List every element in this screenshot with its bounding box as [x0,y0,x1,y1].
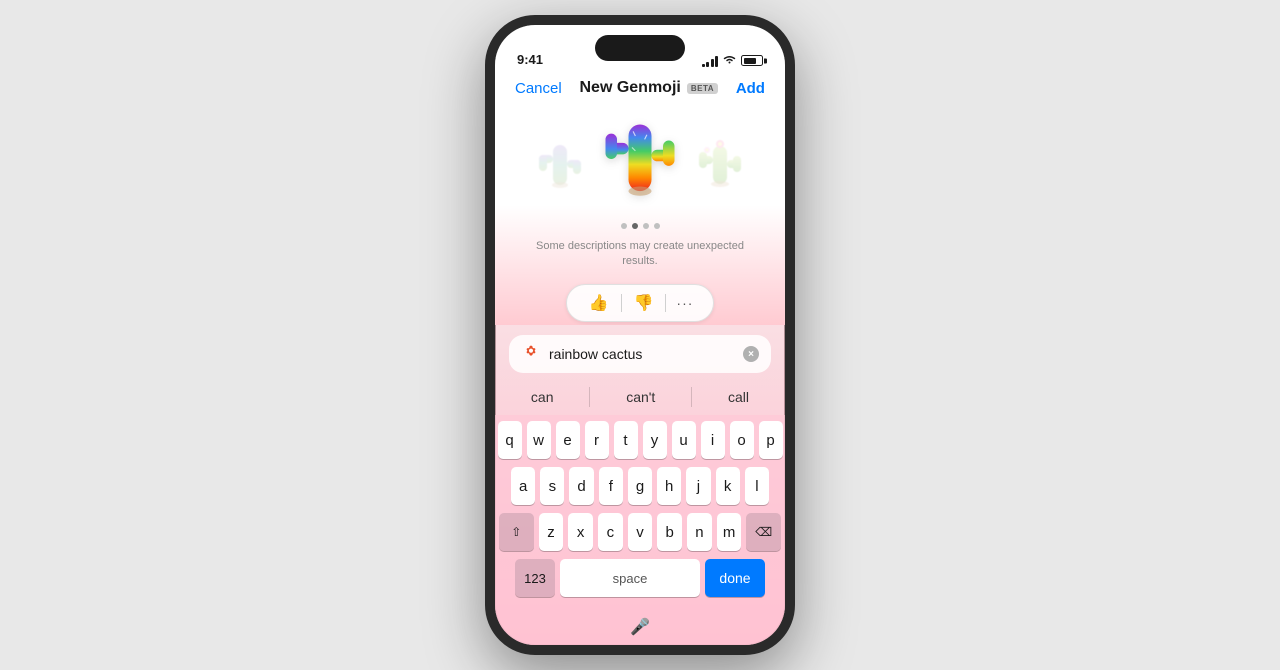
bottom-bar: 🎤 [495,609,785,645]
screen: 9:41 [495,25,785,645]
key-k[interactable]: k [716,467,740,505]
signal-bar-3 [711,59,714,67]
more-options-button[interactable]: ··· [670,293,699,313]
keyboard-row-1: q w e r t y u i o p [499,421,781,459]
signal-bar-1 [702,64,705,67]
shift-key[interactable]: ⇧ [499,513,534,551]
key-n[interactable]: n [687,513,712,551]
rainbow-cactus-icon [601,111,679,224]
key-l[interactable]: l [745,467,769,505]
add-button[interactable]: Add [736,80,765,97]
status-icons [702,54,764,69]
dot-1 [621,223,627,229]
key-d[interactable]: d [569,467,593,505]
key-j[interactable]: j [686,467,710,505]
battery-icon [741,55,763,66]
autocomplete-call[interactable]: call [712,385,765,409]
dot-3 [643,223,649,229]
cactus-right-icon [694,130,746,205]
key-y[interactable]: y [643,421,667,459]
signal-bars-icon [702,55,719,67]
feedback-bar: 👍 👎 ··· [566,284,715,322]
search-row: rainbow cactus × [495,325,785,381]
key-t[interactable]: t [614,421,638,459]
space-key[interactable]: space [560,559,700,597]
thumbs-up-button[interactable]: 👍 [581,291,617,315]
signal-bar-2 [706,62,709,67]
emoji-option-left[interactable] [525,127,595,207]
key-f[interactable]: f [599,467,623,505]
microphone-icon[interactable]: 🎤 [630,617,650,637]
autocomplete-can[interactable]: can [515,385,570,409]
feedback-divider-2 [665,294,666,312]
keyboard-section: rainbow cactus × can can't call q w e [495,325,785,645]
key-z[interactable]: z [539,513,564,551]
key-u[interactable]: u [672,421,696,459]
search-input[interactable]: rainbow cactus [549,346,735,362]
key-r[interactable]: r [585,421,609,459]
done-key[interactable]: done [705,559,765,597]
dot-4 [654,223,660,229]
key-v[interactable]: v [628,513,653,551]
key-i[interactable]: i [701,421,725,459]
key-q[interactable]: q [498,421,522,459]
keyboard-row-3: ⇧ z x c v b n m ⌫ [499,513,781,551]
autocomplete-divider-2 [691,387,692,407]
cancel-button[interactable]: Cancel [515,80,562,97]
feedback-divider [621,294,622,312]
key-e[interactable]: e [556,421,580,459]
phone-frame: 9:41 [485,15,795,655]
key-g[interactable]: g [628,467,652,505]
status-time: 9:41 [517,52,543,69]
key-c[interactable]: c [598,513,623,551]
keyboard-row-2: a s d f g h j k l [499,467,781,505]
keyboard-row-4: 123 space done [499,559,781,597]
key-o[interactable]: o [730,421,754,459]
content-area: Some descriptions may create unexpected … [495,107,785,325]
signal-bar-4 [715,56,718,67]
emoji-carousel[interactable] [505,117,775,217]
key-m[interactable]: m [717,513,742,551]
keyboard: q w e r t y u i o p a s d f g [495,415,785,609]
numbers-key[interactable]: 123 [515,559,555,597]
cactus-left-icon [535,130,585,205]
carousel-dots [621,223,660,229]
dot-2-active [632,223,638,229]
key-s[interactable]: s [540,467,564,505]
search-input-box: rainbow cactus × [509,335,771,373]
autocomplete-divider-1 [589,387,590,407]
wifi-icon [723,54,736,67]
key-x[interactable]: x [568,513,593,551]
clear-search-button[interactable]: × [743,346,759,362]
emoji-option-right[interactable] [685,127,755,207]
battery-fill [744,58,757,64]
key-p[interactable]: p [759,421,783,459]
delete-key[interactable]: ⌫ [746,513,781,551]
thumbs-down-button[interactable]: 👎 [626,291,662,315]
page-title: New Genmoji [579,79,680,97]
key-a[interactable]: a [511,467,535,505]
emoji-option-center[interactable] [600,121,681,213]
autocomplete-row: can can't call [495,381,785,415]
disclaimer-text: Some descriptions may create unexpected … [495,239,785,270]
nav-title: New Genmoji BETA [579,79,718,97]
autocomplete-cant[interactable]: can't [610,385,671,409]
key-h[interactable]: h [657,467,681,505]
dynamic-island [595,35,685,61]
key-b[interactable]: b [657,513,682,551]
beta-badge: BETA [687,83,718,94]
key-w[interactable]: w [527,421,551,459]
genmoji-logo-icon [521,344,541,364]
